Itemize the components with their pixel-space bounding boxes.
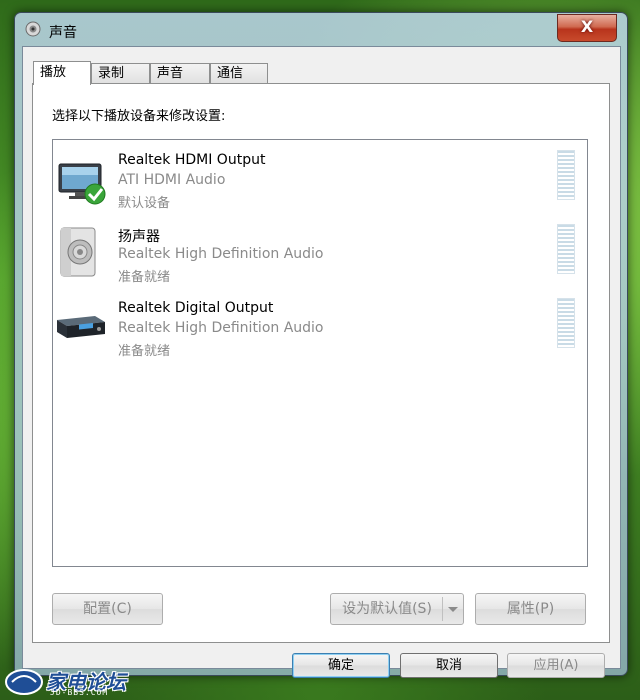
device-name: 扬声器 xyxy=(118,229,160,245)
title-bar[interactable]: 声音 X xyxy=(15,13,627,45)
tab-communications[interactable]: 通信 xyxy=(210,63,268,83)
sound-dialog-window: 声音 X 播放 录制 声音 通信 选择以下播放设备来修改设置: Realtek … xyxy=(14,12,628,678)
device-item-digital[interactable]: Realtek Digital Output Realtek High Defi… xyxy=(53,290,587,364)
split-divider xyxy=(442,597,443,621)
set-default-button[interactable]: 设为默认值(S) xyxy=(330,593,464,625)
device-name: Realtek Digital Output xyxy=(118,300,274,316)
set-default-label: 设为默认值(S) xyxy=(342,601,432,617)
speaker-icon xyxy=(60,227,96,277)
tab-recording[interactable]: 录制 xyxy=(91,63,150,83)
device-status: 准备就绪 xyxy=(118,270,171,285)
digital-receiver-icon xyxy=(57,316,105,338)
cancel-button[interactable]: 取消 xyxy=(400,653,498,678)
device-item-speakers[interactable]: 扬声器 Realtek High Definition Audio 准备就绪 xyxy=(53,216,587,290)
volume-meter xyxy=(557,224,575,274)
device-status: 默认设备 xyxy=(118,196,171,211)
device-name: Realtek HDMI Output xyxy=(118,152,266,168)
window-title: 声音 xyxy=(49,25,77,41)
apply-button[interactable]: 应用(A) xyxy=(507,653,605,678)
close-button[interactable]: X xyxy=(557,14,617,42)
device-driver: Realtek High Definition Audio xyxy=(118,320,324,336)
dialog-client-area: 播放 录制 声音 通信 选择以下播放设备来修改设置: Realtek HDMI … xyxy=(22,46,621,678)
watermark-logo-icon xyxy=(5,669,43,695)
device-driver: ATI HDMI Audio xyxy=(118,172,226,188)
device-item-hdmi[interactable]: Realtek HDMI Output ATI HDMI Audio 默认设备 xyxy=(53,142,587,216)
site-watermark: 家电论坛 JD-BBS.COM xyxy=(0,664,140,700)
ok-button[interactable]: 确定 xyxy=(292,653,390,678)
device-status: 准备就绪 xyxy=(118,344,171,359)
tab-sounds[interactable]: 声音 xyxy=(150,63,210,83)
configure-button[interactable]: 配置(C) xyxy=(52,593,163,625)
speaker-app-icon xyxy=(25,21,41,37)
device-list[interactable]: Realtek HDMI Output ATI HDMI Audio 默认设备 … xyxy=(52,139,588,567)
tab-playback[interactable]: 播放 xyxy=(33,61,91,85)
device-driver: Realtek High Definition Audio xyxy=(118,246,324,262)
chevron-down-icon[interactable] xyxy=(448,607,458,612)
watermark-subtext: JD-BBS.COM xyxy=(50,688,109,697)
volume-meter xyxy=(557,150,575,200)
properties-button[interactable]: 属性(P) xyxy=(475,593,586,625)
volume-meter xyxy=(557,298,575,348)
default-check-icon xyxy=(84,183,106,205)
playback-tab-panel: 选择以下播放设备来修改设置: Realtek HDMI Output ATI H… xyxy=(32,83,610,643)
monitor-icon xyxy=(58,163,106,205)
instruction-text: 选择以下播放设备来修改设置: xyxy=(52,109,226,124)
